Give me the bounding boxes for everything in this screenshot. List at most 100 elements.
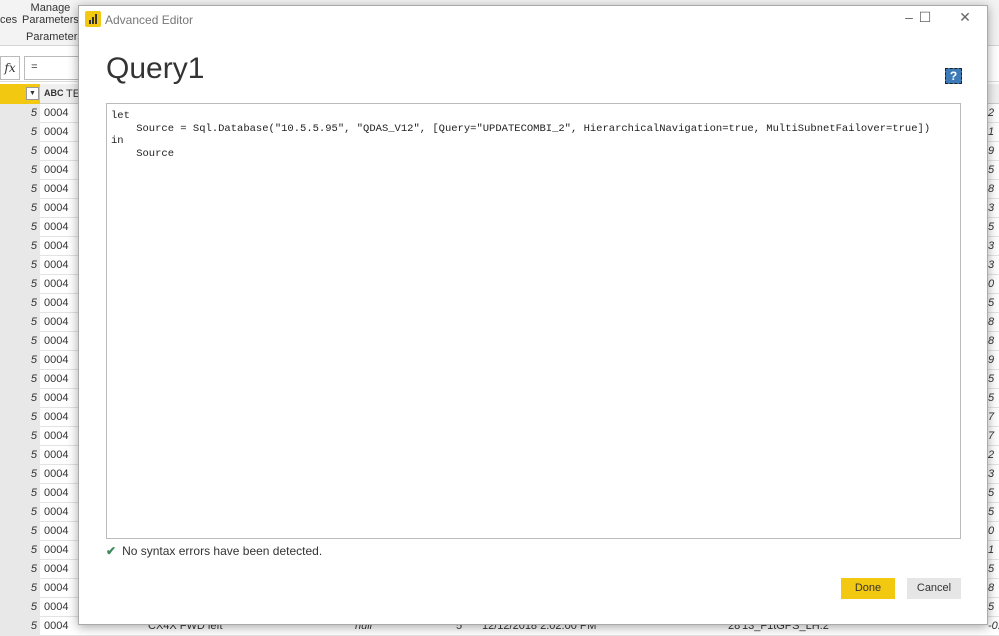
cell: 0004: [44, 392, 69, 404]
row-value: 5: [0, 256, 40, 275]
row-value: 5: [0, 199, 40, 218]
cell: 0004: [44, 202, 69, 214]
done-button[interactable]: Done: [841, 578, 895, 599]
cell: 0004: [44, 487, 69, 499]
cell: 5: [988, 297, 995, 309]
row-value: 5: [0, 180, 40, 199]
cell: 0004: [44, 316, 69, 328]
row-value: 5: [0, 218, 40, 237]
ribbon-item[interactable]: ces: [0, 14, 17, 26]
formula-input[interactable]: = Sql.Da: [24, 56, 84, 96]
cell: 9: [988, 145, 995, 157]
row-value: 5: [0, 446, 40, 465]
cell: 0004: [44, 620, 69, 632]
check-icon: ✔: [106, 544, 117, 558]
cell: 0004: [44, 544, 69, 556]
close-button[interactable]: ✕: [955, 9, 975, 26]
cell: 3: [988, 259, 995, 271]
cell: 0004: [44, 183, 69, 195]
dialog-title: Advanced Editor: [105, 13, 194, 27]
cell: 7: [988, 430, 995, 442]
row-value: 5: [0, 237, 40, 256]
row-value: 5: [0, 522, 40, 541]
cell: 2: [988, 107, 995, 119]
cell: 0004: [44, 373, 69, 385]
cell: 0004: [44, 468, 69, 480]
selected-column-header[interactable]: ▼: [0, 84, 40, 104]
cell: 3: [988, 202, 995, 214]
cell: 5: [988, 164, 995, 176]
query-name: Query1: [106, 52, 205, 85]
cell: 0004: [44, 411, 69, 423]
cell: 5: [988, 373, 995, 385]
cell: 0004: [44, 164, 69, 176]
cell: 0004: [44, 430, 69, 442]
cancel-button[interactable]: Cancel: [907, 578, 961, 599]
row-value: 5: [0, 389, 40, 408]
row-value: 5: [0, 503, 40, 522]
cell: 5: [988, 506, 995, 518]
cell: 0: [988, 278, 995, 290]
row-value: 5: [0, 579, 40, 598]
row-value: 5: [0, 294, 40, 313]
power-bi-logo-icon: [85, 11, 101, 27]
row-value: 5: [0, 408, 40, 427]
cell: 0004: [44, 145, 69, 157]
cell: 0004: [44, 525, 69, 537]
chevron-down-icon[interactable]: ▼: [26, 87, 39, 100]
cell: 0004: [44, 240, 69, 252]
syntax-status: ✔ No syntax errors have been detected.: [106, 544, 322, 558]
row-value: 5: [0, 465, 40, 484]
text-type-icon[interactable]: ABC: [44, 88, 64, 98]
cell: 5: [988, 221, 995, 233]
row-value: 5: [0, 313, 40, 332]
row-value: 5: [0, 427, 40, 446]
cell: 7: [988, 411, 995, 423]
cell: 0004: [44, 601, 69, 613]
row-value: 5: [0, 370, 40, 389]
parameters-group-label: Parameters: [26, 31, 83, 43]
cell: 0004: [44, 297, 69, 309]
row-value: 5: [0, 541, 40, 560]
cell: 0004: [44, 278, 69, 290]
cell: 2: [988, 449, 995, 461]
maximize-button[interactable]: ☐: [915, 9, 935, 26]
row-value: 5: [0, 104, 40, 123]
cell: 5: [988, 601, 995, 613]
row-value: 5: [0, 275, 40, 294]
cell: -0.5: [988, 620, 999, 632]
row-value: 5: [0, 142, 40, 161]
code-editor[interactable]: let Source = Sql.Database("10.5.5.95", "…: [106, 103, 961, 539]
cell: 0004: [44, 221, 69, 233]
cell: 0004: [44, 126, 69, 138]
cell: 0004: [44, 259, 69, 271]
cell: 3: [988, 468, 995, 480]
row-value: 5: [0, 161, 40, 180]
cell: 0004: [44, 335, 69, 347]
cell: 0004: [44, 506, 69, 518]
cell: 3: [988, 240, 995, 252]
cell: 5: [988, 487, 995, 499]
status-text: No syntax errors have been detected.: [122, 544, 323, 558]
cell: 0004: [44, 582, 69, 594]
cell: 0004: [44, 354, 69, 366]
row-value: 5: [0, 351, 40, 370]
cell: 1: [988, 544, 995, 556]
cell: 5: [988, 563, 995, 575]
cell: 8: [988, 316, 995, 328]
row-value: 5: [0, 332, 40, 351]
cell: 9: [988, 354, 995, 366]
cell: 0004: [44, 107, 69, 119]
advanced-editor-dialog: Advanced Editor – ☐ ✕ Query1 ? let Sourc…: [78, 5, 988, 625]
cell: 8: [988, 582, 995, 594]
fx-icon[interactable]: fx: [0, 56, 20, 80]
row-value: 5: [0, 484, 40, 503]
row-value: 5: [0, 598, 40, 617]
cell: 0004: [44, 449, 69, 461]
row-value: 5: [0, 617, 40, 636]
cell: 0004: [44, 563, 69, 575]
help-icon[interactable]: ?: [945, 68, 962, 84]
cell: 0: [988, 525, 995, 537]
manage-parameters-button[interactable]: Manage Parameters: [22, 2, 79, 26]
cell: 8: [988, 335, 995, 347]
